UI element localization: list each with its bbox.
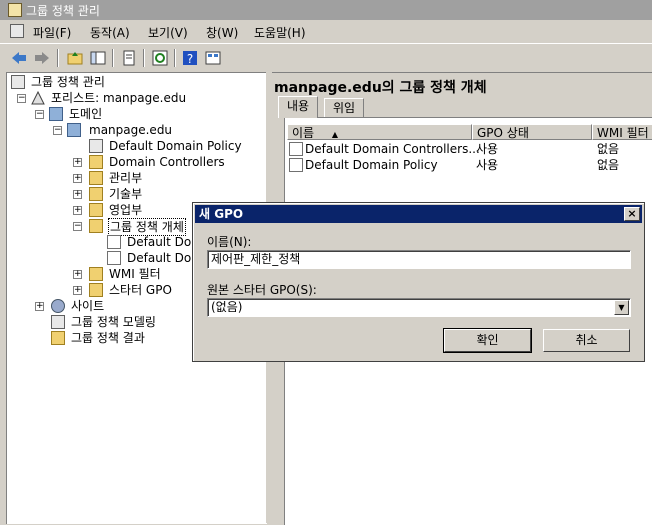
gpo-icon: [107, 251, 121, 265]
expand-icon[interactable]: +: [35, 302, 44, 311]
sort-ascending-icon: ▲: [331, 130, 339, 139]
table-row[interactable]: Default Domain Controllers... 사용 없음: [289, 141, 651, 157]
expand-icon[interactable]: +: [73, 174, 82, 183]
expand-icon[interactable]: +: [73, 206, 82, 215]
expand-icon[interactable]: +: [73, 270, 82, 279]
collapse-icon[interactable]: −: [73, 222, 82, 231]
tree-label: manpage.edu: [89, 123, 173, 137]
name-label: 이름(N):: [207, 235, 252, 249]
gpo-icon: [107, 235, 121, 249]
tree-label: 기술부: [109, 187, 143, 201]
new-gpo-dialog: 새 GPO × 이름(N): 제어판_제한_정책 원본 스타터 GPO(S): …: [192, 202, 645, 362]
dialog-titlebar[interactable]: 새 GPO ×: [195, 205, 642, 223]
expand-icon[interactable]: +: [73, 286, 82, 295]
column-header-wmi[interactable]: WMI 필터: [592, 124, 652, 140]
gpo-icon: [289, 158, 303, 172]
domains-icon: [49, 107, 63, 121]
ou-folder-icon: [89, 171, 103, 185]
show-hide-tree-icon[interactable]: [89, 49, 107, 67]
select-value: (없음): [211, 300, 243, 314]
tree-label: 그룹 정책 모델링: [71, 315, 156, 329]
refresh-icon[interactable]: [151, 49, 169, 67]
ou-folder-icon: [89, 203, 103, 217]
expand-icon[interactable]: +: [73, 190, 82, 199]
tree-label: WMI 필터: [109, 267, 161, 281]
row-wmi: 없음: [597, 142, 620, 156]
gpmc-app-icon: [8, 3, 22, 17]
row-status: 사용: [476, 158, 499, 172]
toolbar-separator: [143, 49, 145, 67]
column-header-name[interactable]: 이름 ▲: [287, 124, 472, 140]
tree-label: 스타터 GPO: [109, 283, 172, 297]
close-icon[interactable]: ×: [624, 207, 640, 221]
window-titlebar[interactable]: 그룹 정책 관리: [0, 0, 652, 20]
tree-label: 영업부: [109, 203, 143, 217]
forest-icon: [31, 91, 45, 105]
forward-arrow-icon[interactable]: [33, 49, 51, 67]
tree-label: Default Domain Policy: [109, 139, 242, 153]
menu-view[interactable]: 보기(V): [148, 24, 188, 41]
table-row[interactable]: Default Domain Policy 사용 없음: [289, 157, 651, 173]
gpo-folder-icon: [89, 219, 103, 233]
toolbar-separator: [112, 49, 114, 67]
gpmc-root-icon: [11, 75, 25, 89]
system-menu-icon[interactable]: [10, 24, 24, 38]
window-title: 그룹 정책 관리: [26, 4, 100, 18]
tab-delegation[interactable]: 위임: [324, 98, 365, 117]
svg-text:?: ?: [187, 52, 193, 66]
column-label: 이름: [292, 126, 315, 140]
menu-action[interactable]: 동작(A): [90, 24, 130, 41]
tab-contents[interactable]: 내용: [278, 96, 319, 118]
domain-icon: [67, 123, 81, 137]
ou-folder-icon: [89, 155, 103, 169]
toolbar-separator: [57, 49, 59, 67]
tree-label: 관리부: [109, 171, 143, 185]
up-folder-icon[interactable]: [66, 49, 84, 67]
tree-label: 포리스트: manpage.edu: [51, 91, 187, 105]
menu-help[interactable]: 도움말(H): [254, 24, 306, 41]
back-arrow-icon[interactable]: [10, 49, 28, 67]
menu-window[interactable]: 창(W): [206, 24, 238, 41]
toolbar: ?: [0, 43, 652, 72]
collapse-icon[interactable]: −: [17, 94, 26, 103]
gpo-name-input[interactable]: 제어판_제한_정책: [207, 250, 631, 269]
tree-label: 그룹 정책 관리: [31, 75, 105, 89]
dialog-title: 새 GPO: [199, 207, 244, 221]
collapse-icon[interactable]: −: [35, 110, 44, 119]
row-name: Default Domain Policy: [305, 158, 438, 172]
properties-icon[interactable]: [120, 49, 138, 67]
tree-label: 그룹 정책 결과: [71, 331, 145, 345]
tree-label: Domain Controllers: [109, 155, 225, 169]
gpo-link-icon: [89, 139, 103, 153]
tree-label: 사이트: [71, 299, 105, 313]
gpo-icon: [289, 142, 303, 156]
column-header-status[interactable]: GPO 상태: [472, 124, 592, 140]
sites-icon: [51, 299, 65, 313]
ou-folder-icon: [89, 187, 103, 201]
row-status: 사용: [476, 142, 499, 156]
menu-bar: 파일(F) 동작(A) 보기(V) 창(W) 도움말(H): [0, 20, 652, 42]
source-starter-label: 원본 스타터 GPO(S):: [207, 283, 317, 297]
export-list-icon[interactable]: [204, 49, 222, 67]
cancel-button[interactable]: 취소: [543, 329, 630, 352]
details-title: manpage.edu의 그룹 정책 개체: [274, 80, 487, 96]
toolbar-separator: [174, 49, 176, 67]
tree-label: 도메인: [69, 107, 103, 121]
row-name: Default Domain Controllers...: [305, 142, 480, 156]
collapse-icon[interactable]: −: [53, 126, 62, 135]
menu-file[interactable]: 파일(F): [33, 24, 71, 41]
ok-button[interactable]: 확인: [443, 328, 532, 353]
starter-gpo-folder-icon: [89, 283, 103, 297]
row-wmi: 없음: [597, 158, 620, 172]
wmi-folder-icon: [89, 267, 103, 281]
results-icon: [51, 331, 65, 345]
chevron-down-icon[interactable]: ▼: [614, 300, 629, 315]
expand-icon[interactable]: +: [73, 158, 82, 167]
modeling-icon: [51, 315, 65, 329]
help-icon[interactable]: ?: [181, 49, 199, 67]
source-starter-select[interactable]: (없음) ▼: [207, 298, 631, 317]
